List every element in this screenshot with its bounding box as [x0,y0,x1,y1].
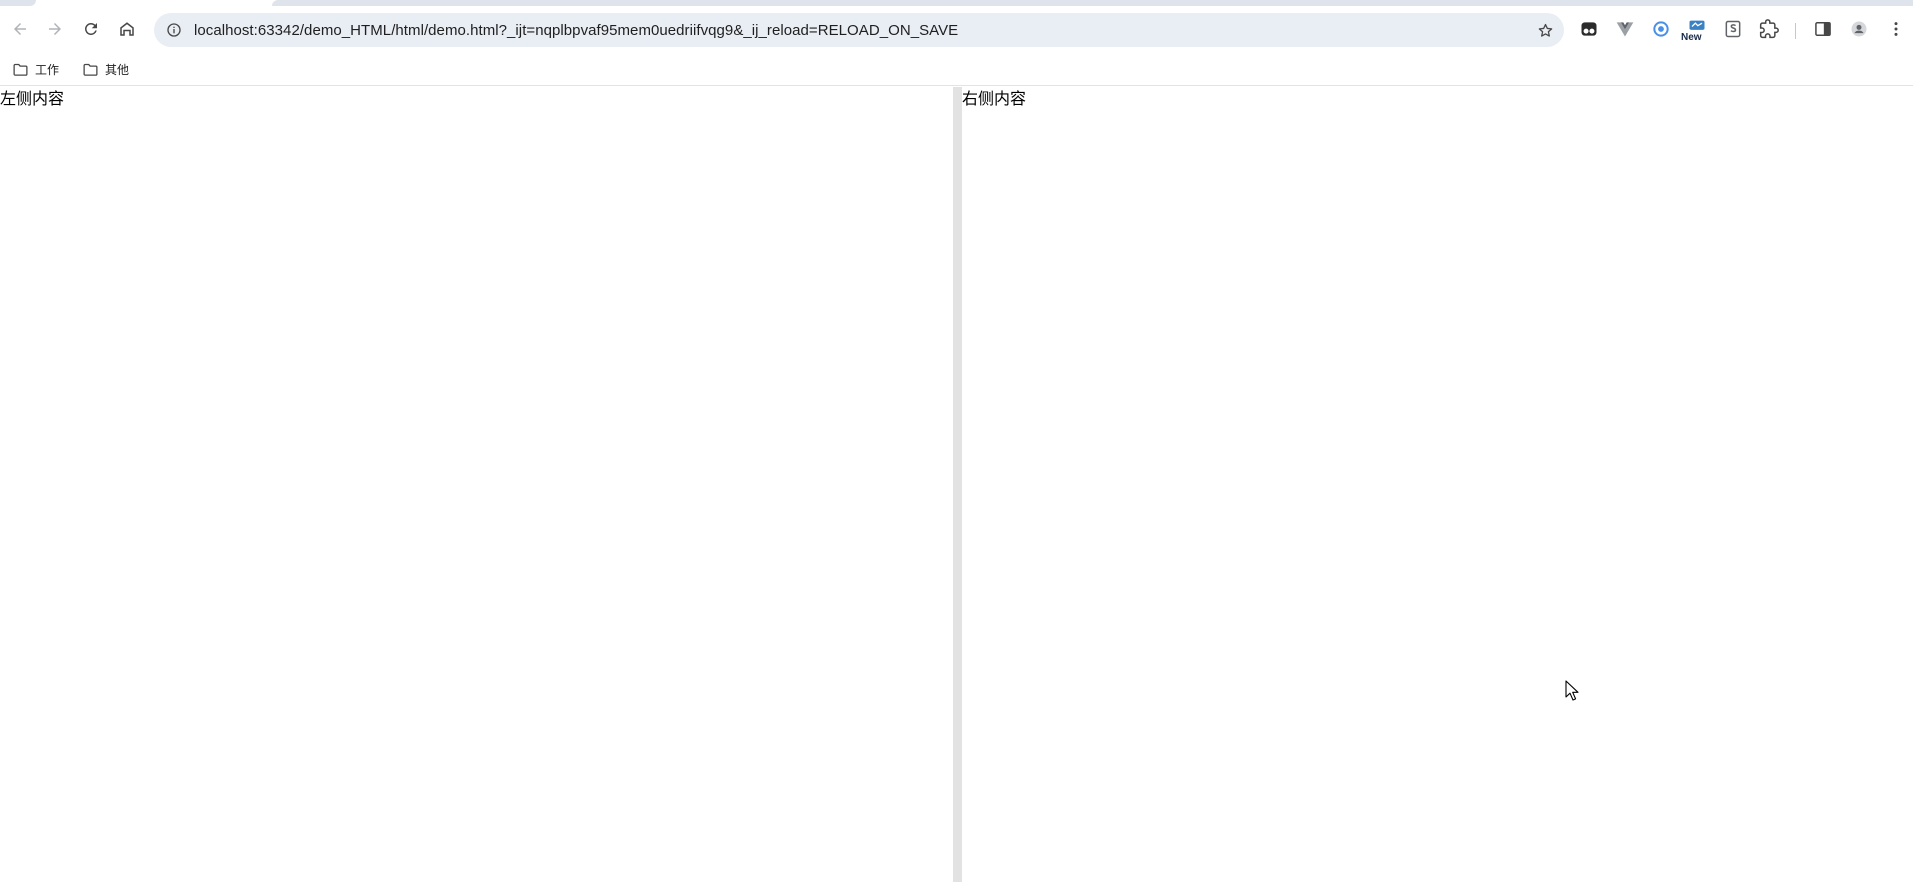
bookmark-folder-other[interactable]: 其他 [78,57,133,81]
back-button[interactable] [5,14,35,44]
home-icon [120,22,134,36]
toolbar-separator [1795,23,1796,39]
avatar-icon [1851,21,1867,37]
right-pane: 右侧内容 [962,87,1913,882]
new-badge: New [1681,32,1702,43]
mouse-cursor-icon [1565,680,1579,701]
reload-icon [84,22,97,35]
side-panel-button[interactable] [1811,17,1835,41]
bookmarks-bar: 工作 其他 [0,52,1913,86]
address-bar[interactable]: localhost:63342/demo_HTML/html/demo.html… [154,13,1564,47]
arrow-right-icon [49,23,61,35]
browser-menu-button[interactable] [1884,17,1908,41]
home-button[interactable] [112,14,142,44]
forward-button[interactable] [40,14,70,44]
left-pane: 左侧内容 [0,87,953,882]
bookmark-label: 工作 [35,62,60,77]
url-text[interactable]: localhost:63342/demo_HTML/html/demo.html… [194,22,958,39]
folder-icon [83,63,98,76]
left-pane-text: 左侧内容 [0,89,65,108]
extensions-menu-button[interactable] [1757,17,1781,41]
folder-icon [13,63,28,76]
browser-toolbar: localhost:63342/demo_HTML/html/demo.html… [0,6,1913,52]
side-panel-icon [1815,22,1831,36]
s-extension-icon [1725,20,1741,38]
tampermonkey-extension-button[interactable] [1577,17,1601,41]
arrow-left-icon [14,23,26,35]
site-info-button[interactable] [157,13,191,47]
tampermonkey-icon [1581,22,1597,36]
profile-button[interactable] [1847,17,1871,41]
star-icon [1538,23,1552,37]
extensions-puzzle-icon [1759,19,1779,39]
record-extension-button[interactable] [1649,17,1673,41]
bookmark-star-button[interactable] [1534,19,1556,41]
vue-devtools-extension-button[interactable] [1613,17,1637,41]
s-extension-button[interactable] [1721,17,1745,41]
bookmark-folder-work[interactable]: 工作 [8,57,63,81]
resize-divider[interactable] [953,87,962,882]
record-icon [1653,21,1669,37]
page-viewport: 左侧内容 右侧内容 [0,87,1913,882]
vue-devtools-icon [1616,22,1634,37]
info-icon [167,23,181,37]
reload-button[interactable] [76,14,106,44]
right-pane-text: 右侧内容 [962,89,1027,108]
bookmark-label: 其他 [105,62,130,77]
more-vertical-icon [1894,22,1898,36]
